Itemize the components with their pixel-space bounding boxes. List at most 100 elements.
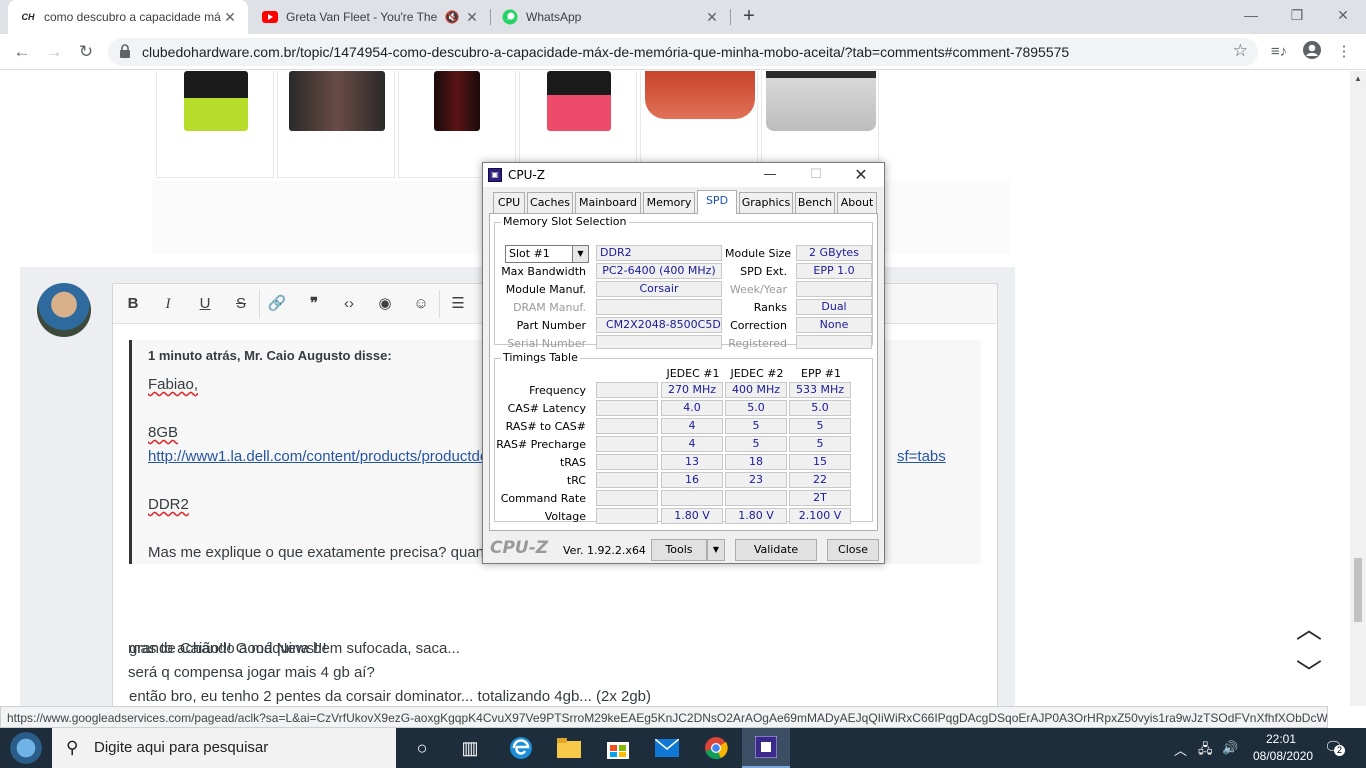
reload-button[interactable]: ↻ <box>74 40 98 64</box>
cpuz-titlebar[interactable]: ▣ CPU-Z — ☐ ✕ <box>483 163 884 187</box>
module-size-label: Module Size <box>725 247 792 260</box>
timing-row-label: tRAS <box>559 456 586 469</box>
bullet-list-icon[interactable]: ☰ <box>446 294 470 314</box>
tab-mainboard[interactable]: Mainboard <box>575 192 641 213</box>
tools-dropdown-arrow-icon[interactable]: ▼ <box>707 539 725 561</box>
close-tab-icon[interactable]: ✕ <box>704 9 720 26</box>
timing-cell: 15 <box>789 454 851 470</box>
cpuz-brand-logo: CPU-Z <box>490 538 549 558</box>
tab-caches[interactable]: Caches <box>527 192 573 213</box>
ranks-field: Dual <box>796 299 872 315</box>
close-button[interactable]: Close <box>827 539 879 561</box>
new-tab-button[interactable]: + <box>737 4 761 28</box>
quote-icon[interactable]: ❞ <box>302 294 326 314</box>
timing-column-header: EPP #1 <box>801 367 841 380</box>
browser-tab-whatsapp[interactable]: WhatsApp ✕ <box>490 0 730 34</box>
link-icon[interactable]: 🔗 <box>265 294 289 314</box>
timing-cell: 400 MHz <box>725 382 787 398</box>
forward-button[interactable]: → <box>42 40 66 64</box>
quote-line: Mas me explique o que exatamente precisa… <box>148 544 485 561</box>
mail-icon[interactable] <box>643 728 691 768</box>
system-clock[interactable]: 22:01 08/08/2020 <box>1253 731 1313 765</box>
scroll-up-arrow-icon[interactable]: ▲ <box>1350 74 1366 83</box>
close-window-button[interactable]: ✕ <box>1320 0 1366 30</box>
timing-cell: 5 <box>789 418 851 434</box>
tab-spd[interactable]: SPD <box>697 190 737 214</box>
scroll-down-chevron-icon[interactable]: ﹀ <box>1296 653 1322 690</box>
volume-icon[interactable]: 🔊 <box>1222 740 1238 756</box>
timing-cell: 5 <box>725 418 787 434</box>
cpuz-taskbar-icon[interactable] <box>742 728 790 768</box>
bookmark-star-icon[interactable]: ☆ <box>1233 41 1248 61</box>
minimize-button[interactable]: — <box>1228 0 1274 30</box>
cpuz-close-button[interactable]: ✕ <box>838 163 884 187</box>
bold-icon[interactable]: B <box>121 294 145 314</box>
tab-about[interactable]: About <box>837 192 877 213</box>
registered-label: Registered <box>728 337 787 350</box>
ad-product-card[interactable] <box>277 71 395 178</box>
menu-kebab-icon[interactable]: ⋮ <box>1332 40 1356 64</box>
quote-line: Fabiao, <box>148 376 199 393</box>
tools-button[interactable]: Tools <box>651 539 707 561</box>
strikethrough-icon[interactable]: S <box>229 294 253 314</box>
store-icon[interactable] <box>594 728 642 768</box>
task-view-icon[interactable]: ▥ <box>446 728 494 768</box>
spd-panel: Memory Slot Selection Slot #1 ▼ DDR2 Modu… <box>489 213 878 531</box>
page-scrollbar[interactable]: ▲ <box>1350 71 1366 706</box>
media-control-icon[interactable]: ≡♪ <box>1267 40 1291 64</box>
network-icon[interactable]: 🖧 <box>1198 740 1213 762</box>
timing-cell: 23 <box>725 472 787 488</box>
browser-tab-active[interactable]: CH como descubro a capacidade má ✕ <box>8 0 248 34</box>
cpuz-maximize-button[interactable]: ☐ <box>793 163 839 187</box>
back-button[interactable]: ← <box>10 40 34 64</box>
spoiler-eye-icon[interactable]: ◉ <box>373 294 397 314</box>
ad-product-card[interactable] <box>156 71 274 178</box>
week-year-label: Week/Year <box>729 283 787 296</box>
toolbar-divider <box>439 290 440 318</box>
cortana-icon[interactable]: ○ <box>398 728 446 768</box>
scroll-thumb[interactable] <box>1354 558 1362 622</box>
cpuz-window: ▣ CPU-Z — ☐ ✕ CPU Caches Mainboard Memor… <box>482 162 885 564</box>
timing-cell: 2T <box>789 490 851 506</box>
profile-avatar-icon[interactable] <box>1300 40 1324 64</box>
edge-icon[interactable] <box>497 728 545 768</box>
emoji-icon[interactable]: ☺ <box>409 294 433 314</box>
close-tab-icon[interactable]: ✕ <box>222 9 238 26</box>
cpuz-version: Ver. 1.92.2.x64 <box>563 544 646 557</box>
tab-graphics[interactable]: Graphics <box>739 192 793 213</box>
timing-row-label: Voltage <box>544 510 586 523</box>
correction-label: Correction <box>730 319 787 332</box>
notification-center-icon[interactable]: 🗨2 <box>1324 738 1345 756</box>
taskbar-search-box[interactable]: ⚲ Digite aqui para pesquisar <box>52 728 396 768</box>
restore-button[interactable]: ❐ <box>1274 0 1320 30</box>
italic-icon[interactable]: I <box>156 294 180 314</box>
scroll-up-chevron-icon[interactable]: ︿ <box>1296 609 1322 646</box>
tab-separator <box>730 9 731 25</box>
close-tab-icon[interactable]: ✕ <box>464 9 480 26</box>
search-placeholder: Digite aqui para pesquisar <box>94 739 269 756</box>
slot-select[interactable]: Slot #1 ▼ <box>505 245 589 263</box>
file-explorer-icon[interactable] <box>545 728 593 768</box>
part-number-label: Part Number <box>516 319 586 332</box>
start-button[interactable] <box>7 730 45 766</box>
timing-empty-cell <box>596 472 658 488</box>
validate-button[interactable]: Validate <box>735 539 817 561</box>
muted-speaker-icon[interactable]: 🔇 <box>444 10 460 24</box>
underline-icon[interactable]: U <box>193 294 217 314</box>
quote-link-tail[interactable]: sf=tabs <box>897 448 946 465</box>
address-bar[interactable]: clubedohardware.com.br/topic/1474954-com… <box>108 38 1258 66</box>
max-bandwidth-label: Max Bandwidth <box>501 265 586 278</box>
chrome-icon[interactable] <box>692 728 740 768</box>
module-manuf-label: Module Manuf. <box>505 283 586 296</box>
spd-ext-label: SPD Ext. <box>740 265 787 278</box>
browser-tab-youtube[interactable]: Greta Van Fleet - You're The 🔇 ✕ <box>250 0 490 34</box>
tab-memory[interactable]: Memory <box>643 192 695 213</box>
tab-cpu[interactable]: CPU <box>493 192 525 213</box>
tab-bench[interactable]: Bench <box>795 192 835 213</box>
quote-link[interactable]: http://www1.la.dell.com/content/products… <box>148 448 488 465</box>
avatar[interactable] <box>37 283 91 337</box>
group-title: Timings Table <box>501 351 580 364</box>
cpuz-minimize-button[interactable]: — <box>747 163 793 187</box>
code-icon[interactable]: ‹› <box>337 294 361 314</box>
show-hidden-icons[interactable]: ︿ <box>1174 740 1187 759</box>
